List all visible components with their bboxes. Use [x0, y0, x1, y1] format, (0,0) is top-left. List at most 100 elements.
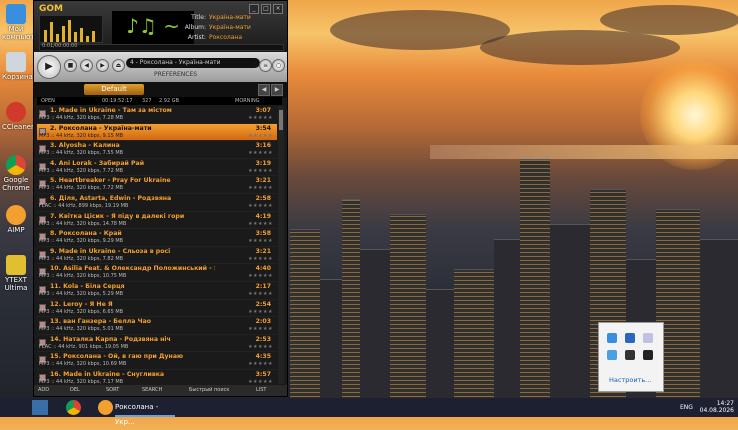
- rating-stars-icon[interactable]: ★★★★★: [248, 115, 273, 121]
- desktop-icon-chrome[interactable]: Google Chrome: [2, 155, 30, 192]
- file-explorer-icon[interactable]: [32, 400, 48, 415]
- tray-app-icon[interactable]: [625, 350, 635, 360]
- desktop-icon-aimp[interactable]: AIMP: [2, 205, 30, 234]
- rating-stars-icon[interactable]: ★★★★★: [248, 133, 273, 139]
- rating-stars-icon[interactable]: ★★★★★: [248, 273, 273, 279]
- track-duration: 3:21: [255, 177, 271, 185]
- playlist-row[interactable]: 8. Роксолана - Край 3:58 MP3 :: 44 kHz, 32…: [37, 229, 277, 247]
- track-title: 14. Наталка Карпа - Родзвяна ніч: [50, 335, 171, 343]
- aimp-taskbar-icon[interactable]: [98, 400, 113, 415]
- list-button[interactable]: LIST: [256, 385, 267, 396]
- playlist-row[interactable]: 13. ван Ганзера - Белла Чао 2:03 MP3 :: 44…: [37, 317, 277, 335]
- rating-stars-icon[interactable]: ★★★★★: [248, 326, 273, 332]
- sort-button[interactable]: SORT: [106, 385, 119, 396]
- playlist-scrollbar[interactable]: [278, 106, 284, 384]
- chrome-taskbar-icon[interactable]: [66, 400, 81, 415]
- playlist-tab-default[interactable]: Default: [84, 84, 144, 95]
- info-size: 2.92 GB: [159, 98, 180, 104]
- close-icon[interactable]: ×: [273, 4, 283, 14]
- taskbar-active-task[interactable]: Роксолана - Укр...: [115, 400, 175, 426]
- preferences-link[interactable]: PREFERENCES: [154, 71, 197, 78]
- track-title: 12. Leroy - Я Не Я: [50, 300, 113, 308]
- rating-stars-icon[interactable]: ★★★★★: [248, 168, 273, 174]
- next-button[interactable]: ▶: [96, 59, 109, 72]
- language-indicator[interactable]: ENG: [680, 400, 693, 415]
- meta-title: Україна-мати: [209, 14, 251, 21]
- playlist-row[interactable]: 9. Made in Ukraine - Сльоза в росі 3:21 MP…: [37, 247, 277, 265]
- delete-button[interactable]: DEL: [70, 385, 80, 396]
- bluetooth-icon[interactable]: [625, 333, 635, 343]
- rating-stars-icon[interactable]: ★★★★★: [248, 361, 273, 367]
- playlist-row[interactable]: 5. Heartbreaker - Pray For Ukraine 3:21 MP…: [37, 176, 277, 194]
- playlist-row[interactable]: 14. Наталка Карпа - Родзвяна ніч 2:53 FLAC…: [37, 335, 277, 353]
- rating-stars-icon[interactable]: ★★★★★: [248, 344, 273, 350]
- seek-bar[interactable]: 0:01/00:00:00: [39, 43, 284, 51]
- arrow-right-icon[interactable]: ▶: [271, 84, 283, 96]
- mode-button[interactable]: ≡: [259, 59, 272, 72]
- track-duration: 2:17: [255, 282, 271, 290]
- rating-stars-icon[interactable]: ★★★★★: [248, 238, 273, 244]
- prev-button[interactable]: ◀: [80, 59, 93, 72]
- rating-stars-icon[interactable]: ★★★★★: [248, 221, 273, 227]
- desktop-icon-my-computer[interactable]: Мой компьютер: [2, 4, 43, 41]
- track-info: MP3 :: 44 kHz, 320 kbps, 7.72 MB: [39, 185, 124, 192]
- pen-icon[interactable]: [643, 333, 653, 343]
- playlist-row[interactable]: 15. Роксолана - Ой, в гаю при Дунаю 4:35 M…: [37, 352, 277, 370]
- track-info: MP3 :: 44 kHz, 320 kbps, 7.72 MB: [39, 167, 124, 174]
- tray-app-icon[interactable]: [607, 333, 617, 343]
- track-info: MP3 :: 44 kHz, 320 kbps, 7.17 MB: [39, 378, 124, 384]
- playlist-row[interactable]: 4. Ani Lorak - Забирай Рай 3:19 MP3 :: 44 …: [37, 159, 277, 177]
- rating-stars-icon[interactable]: ★★★★★: [248, 309, 273, 315]
- stop-button[interactable]: ■: [64, 59, 77, 72]
- track-duration: 4:40: [255, 265, 271, 273]
- aimp-icon: [6, 205, 26, 225]
- playlist-row[interactable]: 12. Leroy - Я Не Я 2:54 MP3 :: 44 kHz, 320…: [37, 300, 277, 318]
- rating-stars-icon[interactable]: ★★★★★: [248, 379, 273, 384]
- cloud: [600, 5, 738, 35]
- spectrum-visualizer: [39, 15, 103, 43]
- rating-stars-icon[interactable]: ★★★★★: [248, 203, 273, 209]
- rating-stars-icon[interactable]: ★★★★★: [248, 185, 273, 191]
- player-header: GOM _ □ × ♪♫ ~ Title: Україна-мати Album: Ук…: [34, 1, 287, 51]
- playlist-row[interactable]: 16. Made in Ukraine - Снугливка 3:57 MP3 :…: [37, 370, 277, 384]
- rating-stars-icon[interactable]: ★★★★★: [248, 150, 273, 156]
- clock[interactable]: 14:27 04.08.2026: [700, 400, 734, 414]
- desktop-icon-recycle-bin[interactable]: Корзина: [2, 52, 33, 81]
- playlist-row[interactable]: 1. Made in Ukraine - Там за містом 3:07 MP…: [37, 106, 277, 124]
- desktop-icon-ccleaner[interactable]: CCleaner: [2, 102, 34, 131]
- info-elapsed: 00:19:52:17: [102, 98, 133, 104]
- desktop-icon-ytext[interactable]: YTEXT Ultima: [2, 255, 30, 292]
- aimp-tray-icon[interactable]: [643, 350, 653, 360]
- playlist-row[interactable]: 11. Kola - Біла Серця 2:17 MP3 :: 44 kHz, …: [37, 282, 277, 300]
- maximize-icon[interactable]: □: [261, 4, 271, 14]
- track-info: MP3 :: 44 kHz, 320 kbps, 10.75 MB: [39, 273, 127, 280]
- track-title: 15. Роксолана - Ой, в гаю при Дунаю: [50, 353, 184, 361]
- meta-album: Україна-мати: [209, 24, 251, 31]
- playlist-row[interactable]: 10. Asilia Feat. & Олександр Положинськи…: [37, 264, 277, 282]
- play-button[interactable]: ▶: [37, 55, 61, 79]
- track-title: 10. Asilia Feat. & Олександр Положинськи…: [50, 265, 215, 273]
- track-duration: 2:58: [255, 194, 271, 202]
- window-buttons: _ □ ×: [247, 4, 283, 14]
- playlist-row[interactable]: 6. Діля, Astarta, Edwin - Родзвяна 2:58 FL…: [37, 194, 277, 212]
- open-button[interactable]: ⏏: [112, 59, 125, 72]
- add-button[interactable]: ADD: [38, 385, 49, 396]
- track-duration: 4:35: [255, 353, 271, 361]
- eq-button[interactable]: ○: [272, 59, 285, 72]
- tray-app-icon[interactable]: [607, 350, 617, 360]
- customize-link[interactable]: Настроить...: [609, 376, 651, 384]
- track-info: MP3 :: 44 kHz, 320 kbps, 10.69 MB: [39, 361, 127, 368]
- now-playing-title: 4 - Роксолана - Україна-мати: [126, 58, 260, 68]
- quick-search[interactable]: Быстрый поиск: [189, 385, 229, 396]
- playlist-row[interactable]: 7. Квітка Цісик - Я піду в далекі гори 4:…: [37, 212, 277, 230]
- music-notes-icon: ♪♫ ~: [112, 11, 194, 44]
- playlist-row[interactable]: 3. Alyosha - Калина 3:16 MP3 :: 44 kHz, 32…: [37, 141, 277, 159]
- playlist-arrows: ◀ ▶: [257, 84, 283, 96]
- track-title: 6. Діля, Astarta, Edwin - Родзвяна: [50, 194, 172, 202]
- arrow-left-icon[interactable]: ◀: [258, 84, 270, 96]
- rating-stars-icon[interactable]: ★★★★★: [248, 256, 273, 262]
- playlist-row[interactable]: 2. Роксолана - Україна-мати 3:54 MP3 :: 44…: [37, 123, 277, 142]
- track-duration: 3:16: [255, 142, 271, 150]
- rating-stars-icon[interactable]: ★★★★★: [248, 291, 273, 297]
- search-button[interactable]: SEARCH: [142, 385, 162, 396]
